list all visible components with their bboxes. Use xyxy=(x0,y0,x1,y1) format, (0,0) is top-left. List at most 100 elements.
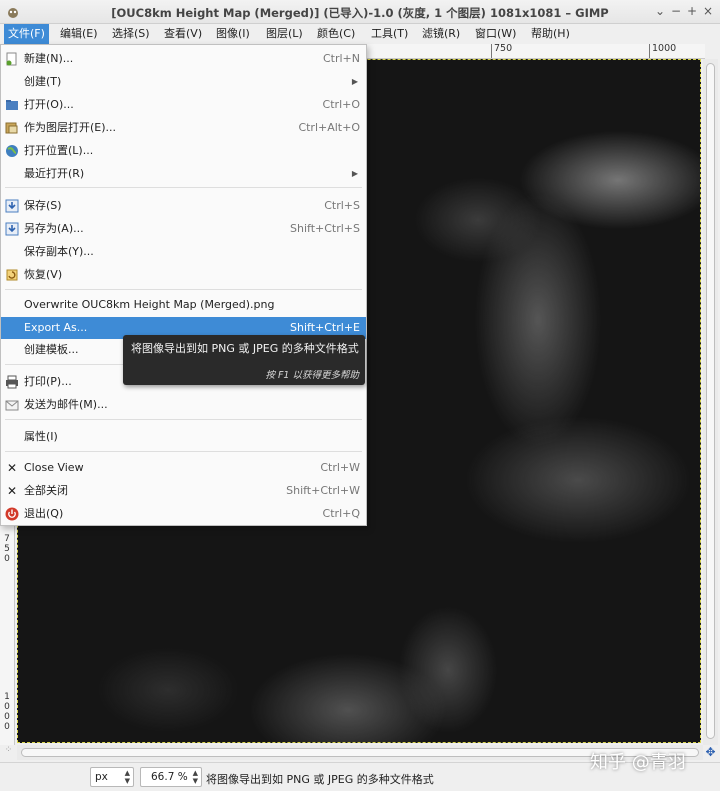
ruler-tick-label: 0 xyxy=(4,712,10,722)
menu-item-shortcut: Ctrl+Alt+O xyxy=(298,121,360,134)
unit-selector[interactable]: px ▲ ▼ xyxy=(90,767,134,787)
maximize-button[interactable]: + xyxy=(684,3,700,19)
tooltip-help-hint: 按 F1 以获得更多帮助 xyxy=(265,370,359,381)
close-window-button[interactable]: × xyxy=(700,3,716,19)
menu-item-shortcut: Ctrl+Q xyxy=(322,507,360,520)
menu-item-revert[interactable]: 恢复(V) xyxy=(1,264,366,286)
file-menu: 新建(N)... Ctrl+N 创建(T) ▶ 打开(O)... Ctrl+O … xyxy=(0,44,367,526)
watermark-text: 知乎 @青羽 xyxy=(590,752,686,773)
ruler-tick-label: 0 xyxy=(4,554,10,564)
menu-windows[interactable]: 窗口(W) xyxy=(471,24,520,44)
menu-item-label: 退出(Q) xyxy=(24,507,64,520)
menu-colors[interactable]: 颜色(C) xyxy=(313,24,359,44)
menu-image[interactable]: 图像(I) xyxy=(212,24,254,44)
menu-item-save-as[interactable]: 另存为(A)... Shift+Ctrl+S xyxy=(1,218,366,240)
menu-item-shortcut: Ctrl+N xyxy=(322,52,360,65)
spin-arrows-icon: ▲ ▼ xyxy=(192,769,198,785)
menu-item-label: Overwrite OUC8km Height Map (Merged).png xyxy=(24,298,275,311)
menu-item-close-all[interactable]: ✕ 全部关闭 Shift+Ctrl+W xyxy=(1,480,366,502)
menu-item-shortcut: Ctrl+W xyxy=(320,461,360,474)
menu-item-label: Close View xyxy=(24,461,84,474)
ruler-tick-label: 7 xyxy=(4,534,10,544)
menu-item-label: 作为图层打开(E)... xyxy=(24,121,117,134)
menu-item-open[interactable]: 打开(O)... Ctrl+O xyxy=(1,94,366,116)
menu-item-quit[interactable]: 退出(Q) Ctrl+Q xyxy=(1,503,366,525)
menu-edit[interactable]: 编辑(E) xyxy=(56,24,102,44)
menu-item-label: 发送为邮件(M)... xyxy=(24,398,108,411)
close-icon: ✕ xyxy=(6,461,18,475)
menu-item-open-as-layers[interactable]: 作为图层打开(E)... Ctrl+Alt+O xyxy=(1,117,366,139)
ruler-tick-label: 0 xyxy=(4,722,10,732)
title-bar: [OUC8km Height Map (Merged)] (已导入)-1.0 (… xyxy=(0,0,720,24)
mail-icon xyxy=(5,400,19,411)
scrollbar-thumb[interactable] xyxy=(706,63,715,739)
menu-item-close-view[interactable]: ✕ Close View Ctrl+W xyxy=(1,457,366,479)
menu-item-shortcut: Shift+Ctrl+S xyxy=(290,222,360,235)
menu-item-label: 另存为(A)... xyxy=(24,222,84,235)
zoom-selector[interactable]: 66.7 % ▲ ▼ xyxy=(140,767,202,787)
menu-item-label: 打开位置(L)... xyxy=(24,144,94,157)
menu-item-open-recent[interactable]: 最近打开(R) ▶ xyxy=(1,163,366,185)
quit-icon xyxy=(5,507,19,521)
open-folder-icon xyxy=(6,100,18,110)
menu-file[interactable]: 文件(F) xyxy=(4,24,49,44)
ruler-tick-label: 5 xyxy=(4,544,10,554)
menu-item-overwrite[interactable]: Overwrite OUC8km Height Map (Merged).png xyxy=(1,294,366,316)
menu-item-label: 创建(T) xyxy=(24,75,62,88)
zoom-value: 66.7 % xyxy=(151,771,188,783)
menu-item-open-location[interactable]: 打开位置(L)... xyxy=(1,140,366,162)
menu-item-label: 保存(S) xyxy=(24,199,62,212)
submenu-arrow-icon: ▶ xyxy=(351,77,358,86)
submenu-arrow-icon: ▶ xyxy=(351,169,358,178)
menu-item-shortcut: Shift+Ctrl+W xyxy=(286,484,360,497)
menu-item-shortcut: Ctrl+O xyxy=(322,98,360,111)
menu-layer[interactable]: 图层(L) xyxy=(262,24,307,44)
menu-separator xyxy=(5,419,362,420)
menu-separator xyxy=(5,451,362,452)
menu-item-save[interactable]: 保存(S) Ctrl+S xyxy=(1,195,366,217)
menu-select[interactable]: 选择(S) xyxy=(108,24,154,44)
close-icon: ✕ xyxy=(6,484,18,498)
minimize-button[interactable]: − xyxy=(668,3,684,19)
menu-item-label: 最近打开(R) xyxy=(24,167,85,180)
ruler-tick-label: 1000 xyxy=(649,44,676,58)
navigate-icon[interactable]: ✥ xyxy=(703,745,718,760)
window-menu-button[interactable]: ⌄ xyxy=(652,3,668,19)
revert-icon xyxy=(6,269,18,281)
vertical-scrollbar[interactable] xyxy=(703,59,718,745)
export-tooltip: 将图像导出到如 PNG 或 JPEG 的多种文件格式 按 F1 以获得更多帮助 xyxy=(123,335,365,385)
menu-view[interactable]: 查看(V) xyxy=(160,24,206,44)
menu-item-label: 属性(I) xyxy=(24,430,58,443)
quick-mask-toggle[interactable]: ⁘ xyxy=(2,745,15,760)
menu-separator xyxy=(5,289,362,290)
menu-item-label: 创建模板... xyxy=(24,343,79,356)
menu-item-label: Export As... xyxy=(24,321,88,334)
menu-item-new[interactable]: 新建(N)... Ctrl+N xyxy=(1,48,366,70)
printer-icon xyxy=(6,375,18,389)
menu-item-send-mail[interactable]: 发送为邮件(M)... xyxy=(1,394,366,416)
menu-item-label: 保存副本(Y)... xyxy=(24,245,94,258)
status-message: 将图像导出到如 PNG 或 JPEG 的多种文件格式 xyxy=(206,773,434,786)
tooltip-text: 将图像导出到如 PNG 或 JPEG 的多种文件格式 xyxy=(131,342,359,355)
menu-item-label: 新建(N)... xyxy=(24,52,74,65)
menu-separator xyxy=(5,187,362,188)
ruler-tick-label: 750 xyxy=(491,44,512,58)
new-document-icon xyxy=(6,52,17,66)
menu-item-label: 全部关闭 xyxy=(24,484,68,497)
menu-item-label: 打开(O)... xyxy=(24,98,74,111)
unit-value: px xyxy=(95,771,108,783)
ruler-tick-label: 1 xyxy=(4,692,10,702)
menu-tools[interactable]: 工具(T) xyxy=(367,24,412,44)
ruler-tick-label: 0 xyxy=(4,702,10,712)
menu-item-properties[interactable]: 属性(I) xyxy=(1,426,366,448)
menu-bar: 文件(F) 编辑(E) 选择(S) 查看(V) 图像(I) 图层(L) 颜色(C… xyxy=(0,24,720,44)
save-icon xyxy=(5,199,19,213)
window-title: [OUC8km Height Map (Merged)] (已导入)-1.0 (… xyxy=(111,6,609,20)
menu-help[interactable]: 帮助(H) xyxy=(527,24,574,44)
menu-filters[interactable]: 滤镜(R) xyxy=(418,24,464,44)
menu-item-save-copy[interactable]: 保存副本(Y)... xyxy=(1,241,366,263)
menu-item-label: 打印(P)... xyxy=(24,375,72,388)
open-as-layers-icon xyxy=(5,122,18,134)
globe-icon xyxy=(6,145,18,157)
menu-item-create[interactable]: 创建(T) ▶ xyxy=(1,71,366,93)
